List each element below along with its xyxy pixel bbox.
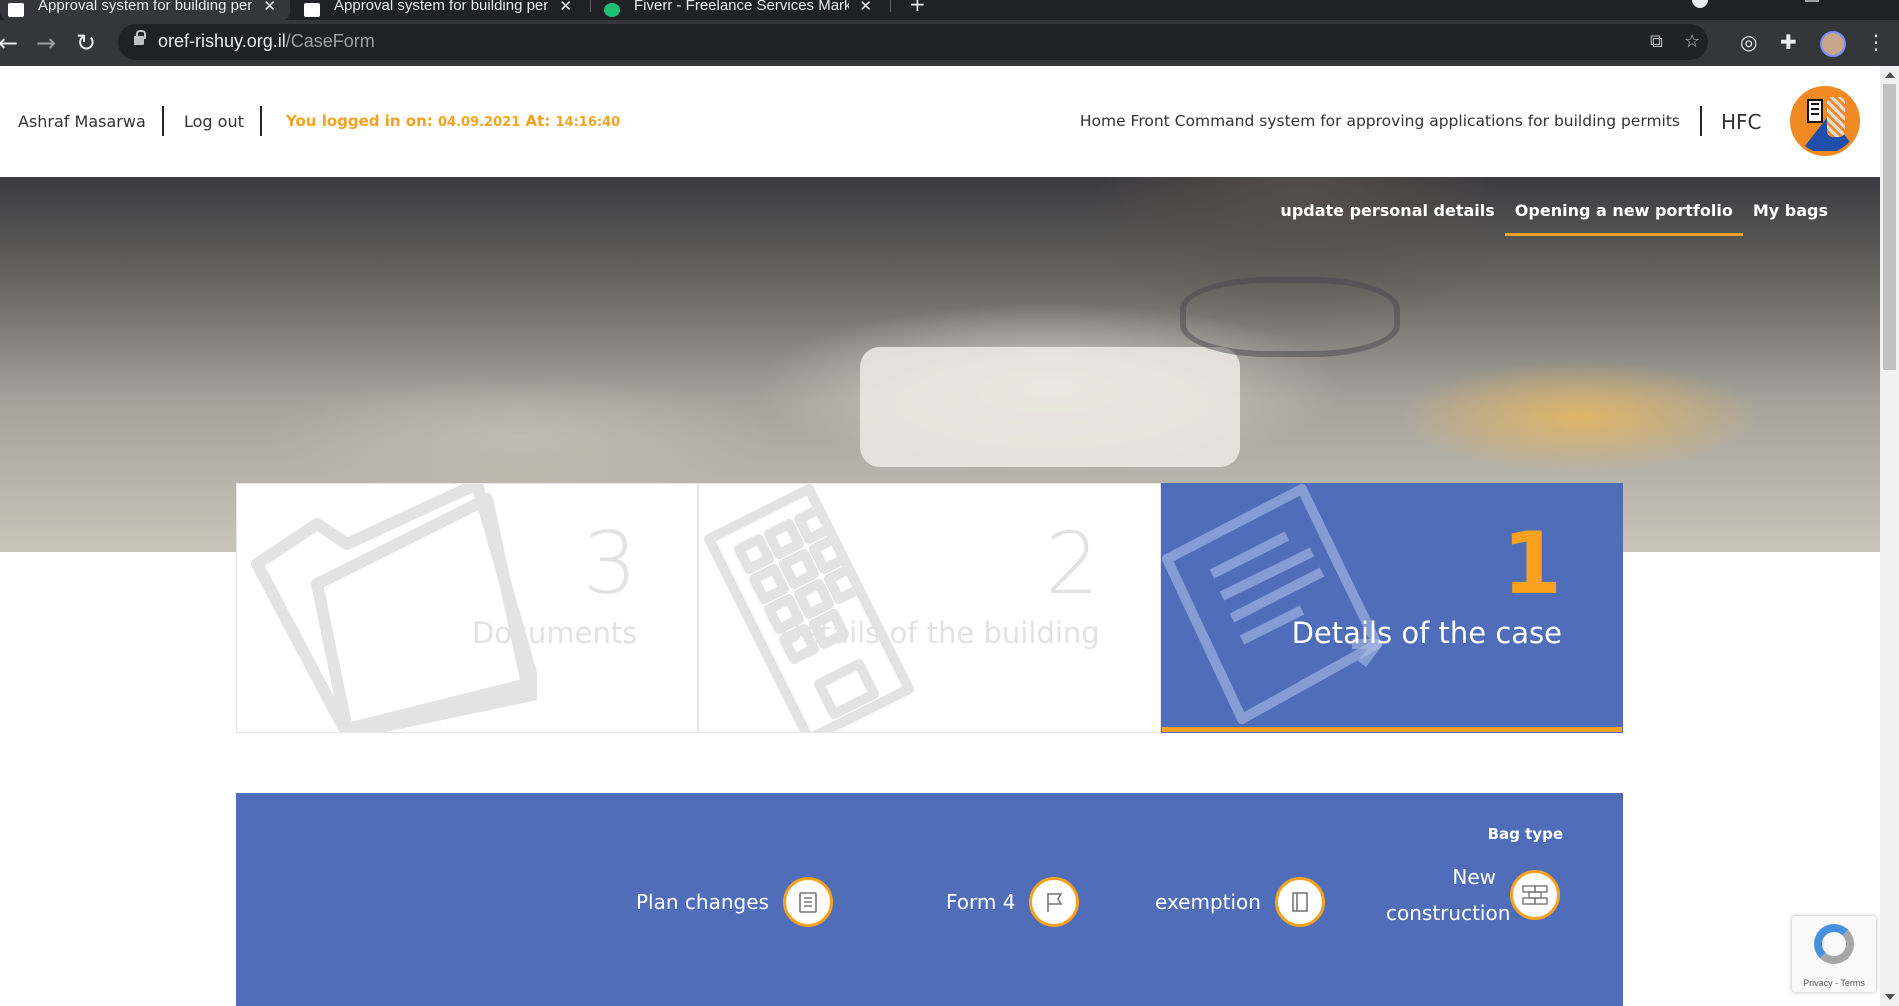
step-building-details[interactable]: 2 Details of the building	[698, 483, 1161, 733]
recaptcha-icon	[1814, 924, 1854, 964]
tab-search-icon[interactable]	[1692, 0, 1708, 8]
nav-update-personal-details[interactable]: update personal details	[1280, 201, 1494, 236]
site-header: Ashraf Masarwa Log out You logged in on:…	[0, 66, 1880, 177]
menu-kebab-icon[interactable]: ⋮	[1866, 30, 1886, 54]
logout-link[interactable]: Log out	[184, 112, 244, 131]
scroll-up-icon[interactable]	[1885, 72, 1895, 78]
recaptcha-privacy-terms[interactable]: Privacy - Terms	[1792, 978, 1876, 988]
tab-separator	[890, 0, 891, 12]
browser-toolbar: ← → ↻ oref-rishuy.org.il/CaseForm ⧉ ☆ ◎ …	[0, 20, 1899, 66]
step-number: 1	[1502, 514, 1562, 614]
page-scrollbar[interactable]	[1880, 66, 1899, 1006]
close-tab-icon[interactable]: ✕	[859, 0, 872, 15]
step-number: 2	[1044, 514, 1100, 614]
bricks-icon[interactable]	[1510, 870, 1560, 920]
browser-tab-strip: Approval system for building per ✕ Appro…	[0, 0, 1899, 20]
main-nav: update personal details Opening a new po…	[1280, 201, 1828, 236]
recaptcha-badge[interactable]: Privacy - Terms	[1792, 916, 1876, 992]
wizard-steps: 3 Documents 2 Details of the building 1	[236, 483, 1623, 733]
option-label: New construction	[1386, 865, 1511, 925]
minimize-icon[interactable]	[1805, 0, 1819, 2]
translate-icon[interactable]: ⧉	[1650, 31, 1663, 52]
divider	[260, 106, 262, 136]
clipboard-icon[interactable]	[782, 877, 833, 927]
system-title: Home Front Command system for approving …	[1079, 112, 1680, 130]
option-form-4[interactable]: Form 4	[946, 877, 1080, 927]
logo-building	[1807, 99, 1823, 123]
browser-tab[interactable]: Approval system for building per ✕	[0, 0, 290, 20]
logo-emblem	[1827, 97, 1845, 137]
option-label: Plan changes	[636, 890, 769, 914]
folder-icon	[251, 484, 537, 732]
scroll-thumb[interactable]	[1883, 84, 1896, 370]
page-favicon-icon	[8, 3, 24, 17]
browser-tab[interactable]: Approval system for building per ✕	[296, 0, 586, 20]
divider	[162, 106, 164, 136]
tab-separator	[590, 0, 591, 12]
flag-icon[interactable]	[1029, 877, 1080, 927]
tab-title: Approval system for building per	[38, 0, 253, 14]
hero-background-paper	[860, 347, 1240, 467]
tab-title: Fiverr - Freelance Services Marke	[634, 0, 850, 14]
close-tab-icon[interactable]: ✕	[559, 0, 572, 15]
building-icon	[704, 484, 915, 732]
close-tab-icon[interactable]: ✕	[263, 0, 276, 15]
page-favicon-icon	[304, 3, 320, 17]
document-icon	[1161, 484, 1382, 724]
bookmark-star-icon[interactable]: ☆	[1684, 31, 1700, 52]
login-timestamp: You logged in on: 04.09.2021 At: 14:16:4…	[286, 112, 621, 130]
step-case-details[interactable]: 1 Details of the case	[1160, 483, 1623, 733]
hfc-logo[interactable]	[1790, 86, 1860, 156]
divider	[1700, 106, 1702, 136]
back-icon[interactable]: ←	[0, 29, 18, 57]
scroll-down-icon[interactable]	[1885, 994, 1895, 1000]
hfc-label: HFC	[1721, 110, 1762, 134]
tab-title: Approval system for building per	[334, 0, 549, 14]
document-icon[interactable]	[1274, 877, 1325, 927]
nav-opening-new-portfolio[interactable]: Opening a new portfolio	[1504, 201, 1743, 236]
reload-icon[interactable]: ↻	[76, 29, 96, 57]
bag-type-title: Bag type	[1487, 825, 1563, 843]
profile-avatar[interactable]	[1820, 31, 1846, 57]
step-label: Details of the case	[1291, 616, 1562, 650]
url-text[interactable]: oref-rishuy.org.il/CaseForm	[158, 31, 375, 52]
option-label: Form 4	[946, 890, 1016, 914]
option-new-construction[interactable]: New construction	[1386, 859, 1566, 931]
step-documents[interactable]: 3 Documents	[236, 483, 699, 733]
lock-icon[interactable]	[134, 30, 146, 45]
user-name: Ashraf Masarwa	[18, 112, 146, 131]
option-label: exemption	[1155, 890, 1261, 914]
nav-my-bags[interactable]: My bags	[1753, 201, 1828, 236]
hero-background-glasses	[1180, 277, 1400, 357]
fiverr-favicon-icon	[604, 3, 620, 17]
step-label: Details of the building	[779, 616, 1100, 650]
extensions-puzzle-icon[interactable]: ✚	[1780, 30, 1797, 54]
forward-icon[interactable]: →	[36, 29, 56, 57]
address-bar[interactable]: oref-rishuy.org.il/CaseForm ⧉ ☆	[118, 24, 1708, 60]
step-number: 3	[582, 514, 638, 614]
extension-target-icon[interactable]: ◎	[1740, 30, 1757, 54]
browser-tab[interactable]: Fiverr - Freelance Services Marke ✕	[596, 0, 886, 20]
bag-type-panel: Bag type Plan changes Form 4 exemption N…	[236, 793, 1623, 1006]
step-label: Documents	[471, 616, 638, 650]
option-exemption[interactable]: exemption	[1155, 877, 1325, 927]
new-tab-icon[interactable]: +	[909, 0, 926, 16]
option-plan-changes[interactable]: Plan changes	[636, 877, 833, 927]
